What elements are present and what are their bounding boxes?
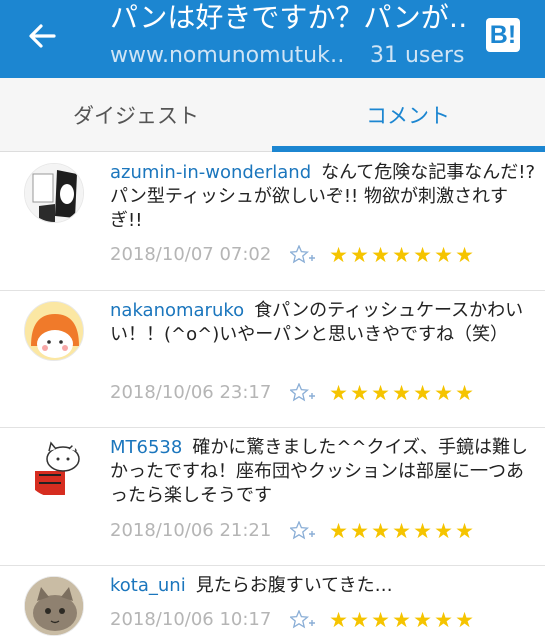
star-icon: ★ [329,519,348,543]
comment-meta: 2018/10/07 07:02 ★ ★ ★ ★ ★ ★ ★ [110,242,530,268]
star-icon: ★ [329,608,348,632]
tab-bar: ダイジェスト コメント [0,78,545,152]
add-star-icon[interactable] [288,382,316,403]
avatar[interactable] [24,576,84,636]
star-icon: ★ [434,608,453,632]
comment-username[interactable]: MT6538 [110,437,182,458]
star-icon: ★ [455,608,474,632]
add-star-icon[interactable] [288,609,316,630]
comment-item: azumin-in-wonderland なんて危険な記事なんだ!? パン型ティッ… [0,153,545,291]
entry-title: パンは好きですか？パンが… [110,1,470,34]
star-icon: ★ [350,381,369,405]
comment-username[interactable]: nakanomaruko [110,300,244,321]
star-icon: ★ [413,608,432,632]
star-icon: ★ [455,243,474,267]
star-icon: ★ [350,243,369,267]
comment-date: 2018/10/07 07:02 [110,244,272,265]
comment-date: 2018/10/06 23:17 [110,382,272,403]
avatar[interactable] [24,301,84,361]
comment-list[interactable]: azumin-in-wonderland なんて危険な記事なんだ!? パン型ティッ… [0,153,545,640]
comment-meta: 2018/10/06 10:17 ★ ★ ★ ★ ★ ★ ★ [110,607,530,633]
star-rating: ★ ★ ★ ★ ★ ★ ★ [328,242,475,268]
comment-date: 2018/10/06 10:17 [110,609,272,630]
comment-username[interactable]: kota_uni [110,575,186,596]
entry-url[interactable]: www.nomunomutuk… [110,43,346,68]
tab-comments[interactable]: コメント [272,78,544,152]
add-star-icon[interactable] [288,520,316,541]
star-icon: ★ [392,381,411,405]
comment-body: MT6538 確かに驚きました^^クイズ、手鏡は難しかったですね！座布団やクッショ… [110,436,535,508]
bookmark-user-count[interactable]: 31 users [370,43,464,68]
comment-body: kota_uni 見たらお腹すいてきた… [110,574,535,598]
app-bar: パンは好きですか？パンが… www.nomunomutuk… 31 users … [0,0,545,78]
arrow-left-icon [29,24,56,48]
star-icon: ★ [413,243,432,267]
star-icon: ★ [350,608,369,632]
avatar[interactable] [24,163,84,223]
comment-username[interactable]: azumin-in-wonderland [110,162,311,183]
star-rating: ★ ★ ★ ★ ★ ★ ★ [328,518,475,544]
star-icon: ★ [371,243,390,267]
star-icon: ★ [371,381,390,405]
comment-text: 見たらお腹すいてきた… [195,575,393,596]
comment-item: kota_uni 見たらお腹すいてきた… 2018/10/06 10:17 ★ ★ ★… [0,566,545,640]
star-icon: ★ [329,243,348,267]
star-icon: ★ [371,519,390,543]
back-button[interactable] [22,18,62,54]
star-icon: ★ [329,381,348,405]
comment-body: azumin-in-wonderland なんて危険な記事なんだ!? パン型ティッ… [110,161,535,233]
star-icon: ★ [413,381,432,405]
star-icon: ★ [413,519,432,543]
star-icon: ★ [392,608,411,632]
hatena-bookmark-icon[interactable]: B! [486,18,520,52]
comment-date: 2018/10/06 21:21 [110,520,272,541]
comment-body: nakanomaruko 食パンのティッシュケースかわいい！！(^o^)いやーパン… [110,299,535,347]
star-rating: ★ ★ ★ ★ ★ ★ ★ [328,607,475,633]
comment-item: nakanomaruko 食パンのティッシュケースかわいい！！(^o^)いやーパン… [0,291,545,428]
tab-digest[interactable]: ダイジェスト [0,78,272,152]
star-icon: ★ [392,519,411,543]
star-icon: ★ [434,243,453,267]
star-icon: ★ [350,519,369,543]
active-tab-indicator [272,146,545,152]
star-icon: ★ [434,381,453,405]
comment-meta: 2018/10/06 21:21 ★ ★ ★ ★ ★ ★ ★ [110,518,530,544]
star-icon: ★ [371,608,390,632]
star-rating: ★ ★ ★ ★ ★ ★ ★ [328,380,475,406]
star-icon: ★ [392,243,411,267]
add-star-icon[interactable] [288,244,316,265]
avatar[interactable] [24,438,84,498]
star-icon: ★ [455,381,474,405]
star-icon: ★ [455,519,474,543]
comment-item: MT6538 確かに驚きました^^クイズ、手鏡は難しかったですね！座布団やクッショ… [0,428,545,566]
entry-meta: www.nomunomutuk… 31 users [110,40,470,70]
comment-meta: 2018/10/06 23:17 ★ ★ ★ ★ ★ ★ ★ [110,380,530,406]
star-icon: ★ [434,519,453,543]
